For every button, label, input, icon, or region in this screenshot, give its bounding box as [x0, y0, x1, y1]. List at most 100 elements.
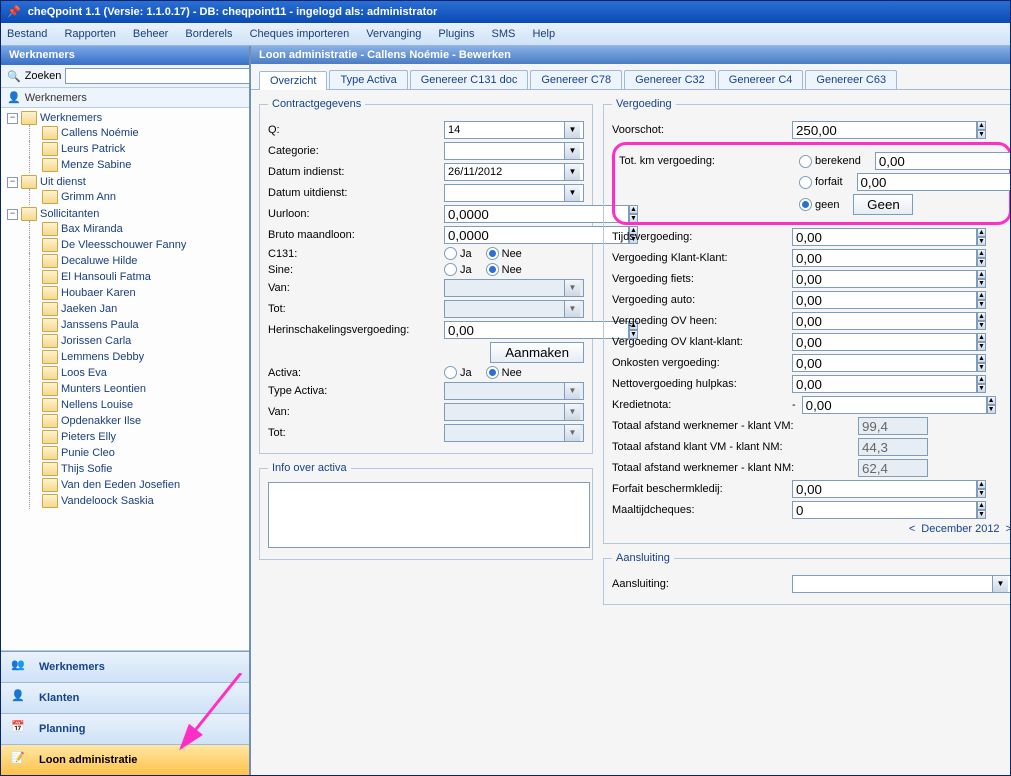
spin-down-icon[interactable]: ▼	[977, 489, 986, 498]
spin-up-icon[interactable]: ▲	[977, 501, 986, 510]
spin-down-icon[interactable]: ▼	[977, 279, 986, 288]
tab-type-activa[interactable]: Type Activa	[329, 70, 407, 89]
sine-ja[interactable]: Ja	[444, 263, 472, 276]
vf-input[interactable]: ▲▼	[792, 270, 952, 288]
tree-item[interactable]: Opdenakker Ilse	[42, 414, 247, 428]
bruto-input[interactable]: ▲▼	[444, 226, 584, 244]
spin-up-icon[interactable]: ▲	[977, 312, 986, 321]
aanmaken-button[interactable]: Aanmaken	[490, 342, 584, 363]
voorschot-input[interactable]: ▲▼	[792, 121, 952, 139]
tree-item[interactable]: Vandeloock Saskia	[42, 494, 247, 508]
spin-down-icon[interactable]: ▼	[977, 237, 986, 246]
tree-item[interactable]: Menze Sabine	[42, 158, 247, 172]
menu-plugins[interactable]: Plugins	[438, 23, 474, 45]
spin-down-icon[interactable]: ▼	[977, 342, 986, 351]
tree-item[interactable]: Lemmens Debby	[42, 350, 247, 364]
month-prev[interactable]: <	[909, 523, 915, 535]
tab-overzicht[interactable]: Overzicht	[259, 71, 327, 90]
tree-item[interactable]: De Vleesschouwer Fanny	[42, 238, 247, 252]
tree-branch[interactable]: −Sollicitanten	[7, 207, 247, 221]
tab-genereer-c32[interactable]: Genereer C32	[624, 70, 716, 89]
spin-up-icon[interactable]: ▲	[977, 270, 986, 279]
tree-item[interactable]: Grimm Ann	[42, 190, 247, 204]
spin-down-icon[interactable]: ▼	[977, 384, 986, 393]
month-next[interactable]: >	[1006, 523, 1011, 535]
collapse-icon[interactable]: −	[7, 177, 18, 188]
search-input[interactable]	[65, 68, 250, 84]
tab-genereer-c63[interactable]: Genereer C63	[805, 70, 897, 89]
c131-nee[interactable]: Nee	[486, 247, 522, 260]
km-geen[interactable]: geen	[799, 198, 839, 211]
spin-up-icon[interactable]: ▲	[987, 396, 996, 405]
menu-rapporten[interactable]: Rapporten	[64, 23, 115, 45]
nav-loon-administratie[interactable]: 📝Loon administratie	[1, 745, 249, 776]
menu-help[interactable]: Help	[532, 23, 555, 45]
tree-item[interactable]: Punie Cleo	[42, 446, 247, 460]
tree-item[interactable]: Jorissen Carla	[42, 334, 247, 348]
spin-down-icon[interactable]: ▼	[977, 321, 986, 330]
forfait-kledij-input[interactable]: ▲▼	[792, 480, 952, 498]
tree-item[interactable]: Loos Eva	[42, 366, 247, 380]
nav-werknemers[interactable]: 👥Werknemers	[1, 652, 249, 683]
tab-genereer-c4[interactable]: Genereer C4	[718, 70, 804, 89]
menu-sms[interactable]: SMS	[492, 23, 516, 45]
tree-item[interactable]: Callens Noémie	[42, 126, 247, 140]
menu-borderels[interactable]: Borderels	[185, 23, 232, 45]
spin-down-icon[interactable]: ▼	[987, 405, 996, 414]
sine-nee[interactable]: Nee	[486, 263, 522, 276]
collapse-icon[interactable]: −	[7, 113, 18, 124]
collapse-icon[interactable]: −	[7, 209, 18, 220]
berekend-input[interactable]	[875, 152, 1011, 170]
nav-klanten[interactable]: 👤Klanten	[1, 683, 249, 714]
menu-vervanging[interactable]: Vervanging	[366, 23, 421, 45]
spin-up-icon[interactable]: ▲	[977, 333, 986, 342]
spin-up-icon[interactable]: ▲	[977, 249, 986, 258]
tv-input[interactable]: ▲▼	[792, 228, 952, 246]
geen-button[interactable]: Geen	[853, 194, 913, 215]
voh-input[interactable]: ▲▼	[792, 312, 952, 330]
activa-nee[interactable]: Nee	[486, 366, 522, 379]
menu-bestand[interactable]: Bestand	[7, 23, 47, 45]
spin-down-icon[interactable]: ▼	[977, 300, 986, 309]
q-combo[interactable]: 14▼	[444, 121, 584, 139]
tree-item[interactable]: Pieters Elly	[42, 430, 247, 444]
spin-down-icon[interactable]: ▼	[977, 363, 986, 372]
tree-item[interactable]: Nellens Louise	[42, 398, 247, 412]
tree-item[interactable]: Houbaer Karen	[42, 286, 247, 300]
info-textarea[interactable]	[268, 482, 590, 548]
spin-up-icon[interactable]: ▲	[977, 121, 986, 130]
net-input[interactable]: ▲▼	[792, 375, 952, 393]
tree-item[interactable]: Jaeken Jan	[42, 302, 247, 316]
tree-item[interactable]: Thijs Sofie	[42, 462, 247, 476]
spin-down-icon[interactable]: ▼	[977, 510, 986, 519]
spin-up-icon[interactable]: ▲	[977, 375, 986, 384]
tree-item[interactable]: Janssens Paula	[42, 318, 247, 332]
tree-branch[interactable]: −Uit dienst	[7, 175, 247, 189]
tab-genereer-c131-doc[interactable]: Genereer C131 doc	[410, 70, 529, 89]
spin-down-icon[interactable]: ▼	[977, 258, 986, 267]
tree-item[interactable]: Decaluwe Hilde	[42, 254, 247, 268]
tree-item[interactable]: Bax Miranda	[42, 222, 247, 236]
tree-branch[interactable]: −Werknemers	[7, 111, 247, 125]
nav-planning[interactable]: 📅Planning	[1, 714, 249, 745]
aansluiting-combo[interactable]: ▼	[792, 575, 1011, 593]
kred-input[interactable]: ▲▼	[802, 396, 952, 414]
spin-down-icon[interactable]: ▼	[977, 130, 986, 139]
vokk-input[interactable]: ▲▼	[792, 333, 952, 351]
tab-genereer-c78[interactable]: Genereer C78	[530, 70, 622, 89]
activa-ja[interactable]: Ja	[444, 366, 472, 379]
tree-item[interactable]: Van den Eeden Josefien	[42, 478, 247, 492]
spin-up-icon[interactable]: ▲	[977, 480, 986, 489]
herin-input[interactable]: ▲▼	[444, 321, 562, 339]
indienst-date[interactable]: 26/11/2012▼	[444, 163, 584, 181]
tree-item[interactable]: Munters Leontien	[42, 382, 247, 396]
c131-ja[interactable]: Ja	[444, 247, 472, 260]
cat-combo[interactable]: ▼	[444, 142, 584, 160]
km-berekend[interactable]: berekend	[799, 155, 861, 168]
va-input[interactable]: ▲▼	[792, 291, 952, 309]
maalt-input[interactable]: ▲▼	[792, 501, 952, 519]
employee-tree[interactable]: −WerknemersCallens NoémieLeurs PatrickMe…	[3, 110, 247, 510]
forfait-input[interactable]	[857, 173, 1011, 191]
menu-cheques[interactable]: Cheques importeren	[250, 23, 350, 45]
onk-input[interactable]: ▲▼	[792, 354, 952, 372]
